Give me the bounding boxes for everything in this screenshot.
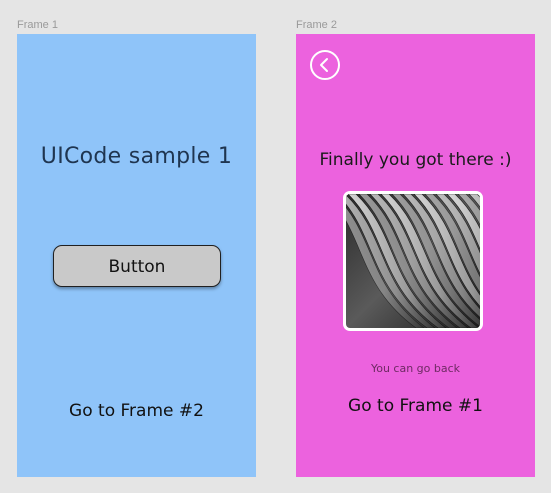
chevron-left-icon <box>320 58 328 72</box>
frame-2-heading: Finally you got there :) <box>319 150 512 170</box>
back-button[interactable] <box>310 50 340 80</box>
architecture-photo <box>343 191 483 331</box>
go-to-frame-2-link[interactable]: Go to Frame #2 <box>17 401 256 421</box>
frame-1-title: UICode sample 1 <box>40 144 233 169</box>
sample-button[interactable]: Button <box>53 245 221 287</box>
frame-2: Finally you got there :) You can go back… <box>296 34 535 477</box>
go-to-frame-1-link[interactable]: Go to Frame #1 <box>296 396 535 416</box>
frame-1: UICode sample 1 Button Go to Frame #2 <box>17 34 256 477</box>
frame-2-label: Frame 2 <box>296 19 337 31</box>
frame-2-caption: You can go back <box>370 362 461 375</box>
frame-1-label: Frame 1 <box>17 19 58 31</box>
